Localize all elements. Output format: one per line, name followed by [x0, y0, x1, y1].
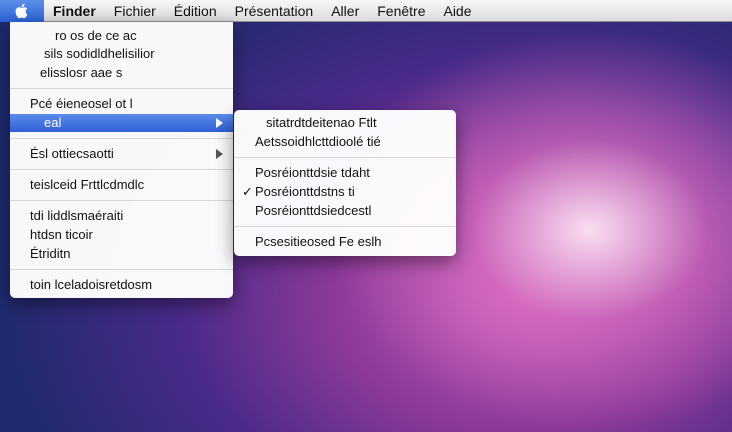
- menu-aide[interactable]: Aide: [434, 0, 480, 22]
- menu-aller[interactable]: Aller: [322, 0, 368, 22]
- separator: [10, 269, 233, 270]
- submenu-arrow-icon: [216, 149, 223, 159]
- menu-item-dock[interactable]: Ésl ottiecsaotti: [10, 145, 233, 163]
- recent-submenu: sitatrdtdeitenao Ftlt Aetssoidhlcttdiool…: [234, 110, 456, 256]
- separator: [10, 88, 233, 89]
- submenu-item-5[interactable]: Posréionttdsiedcestl: [234, 202, 456, 220]
- apple-icon: [15, 3, 28, 18]
- submenu-item-4-label: Posréionttdstns ti: [255, 184, 355, 199]
- menu-item-force-quit[interactable]: teislceid Frttlcdmdlc: [10, 176, 233, 194]
- menu-item-restart[interactable]: htdsn ticoir: [10, 226, 233, 244]
- menu-item-recent-label: eal: [44, 115, 62, 130]
- submenu-item-3[interactable]: Posréionttdsie tdaht: [234, 164, 456, 182]
- separator: [10, 138, 233, 139]
- submenu-item-2[interactable]: Aetssoidhlcttdioolé tié: [234, 133, 456, 151]
- submenu-item-6[interactable]: Pcsesitieosed Fe eslh: [234, 233, 456, 251]
- menu-item-sleep[interactable]: tdi liddlsmaéraiti: [10, 207, 233, 225]
- submenu-item-1[interactable]: sitatrdtdeitenao Ftlt: [234, 114, 456, 132]
- submenu-item-4-checked[interactable]: ✓ Posréionttdstns ti: [234, 183, 456, 201]
- separator: [10, 200, 233, 201]
- menu-item-software-update[interactable]: sils sodidldhelisilior: [10, 45, 233, 63]
- submenu-arrow-icon: [216, 118, 223, 128]
- apple-menu[interactable]: [0, 0, 44, 22]
- menu-fichier[interactable]: Fichier: [105, 0, 165, 22]
- apple-dropdown-menu: ro os de ce ac sils sodidldhelisilior el…: [10, 22, 233, 298]
- separator: [234, 226, 456, 227]
- menu-finder[interactable]: Finder: [44, 0, 105, 22]
- menu-presentation[interactable]: Présentation: [226, 0, 323, 22]
- menu-item-about[interactable]: ro os de ce ac: [10, 27, 233, 45]
- menu-item-logout[interactable]: toin lceladoisretdosm: [10, 276, 233, 294]
- menu-item-app-store[interactable]: elisslosr aae s: [10, 64, 233, 82]
- menu-item-shutdown[interactable]: Étriditn: [10, 245, 233, 263]
- checkmark-icon: ✓: [242, 184, 253, 199]
- separator: [10, 169, 233, 170]
- menu-edition[interactable]: Édition: [165, 0, 226, 22]
- menu-bar: Finder Fichier Édition Présentation Alle…: [0, 0, 732, 22]
- menu-item-system-preferences[interactable]: Pcé éieneosel ot l: [10, 95, 233, 113]
- menu-fenetre[interactable]: Fenêtre: [368, 0, 434, 22]
- menu-item-dock-label: Ésl ottiecsaotti: [30, 146, 114, 161]
- menu-item-recent-highlighted[interactable]: eal: [10, 114, 233, 132]
- separator: [234, 157, 456, 158]
